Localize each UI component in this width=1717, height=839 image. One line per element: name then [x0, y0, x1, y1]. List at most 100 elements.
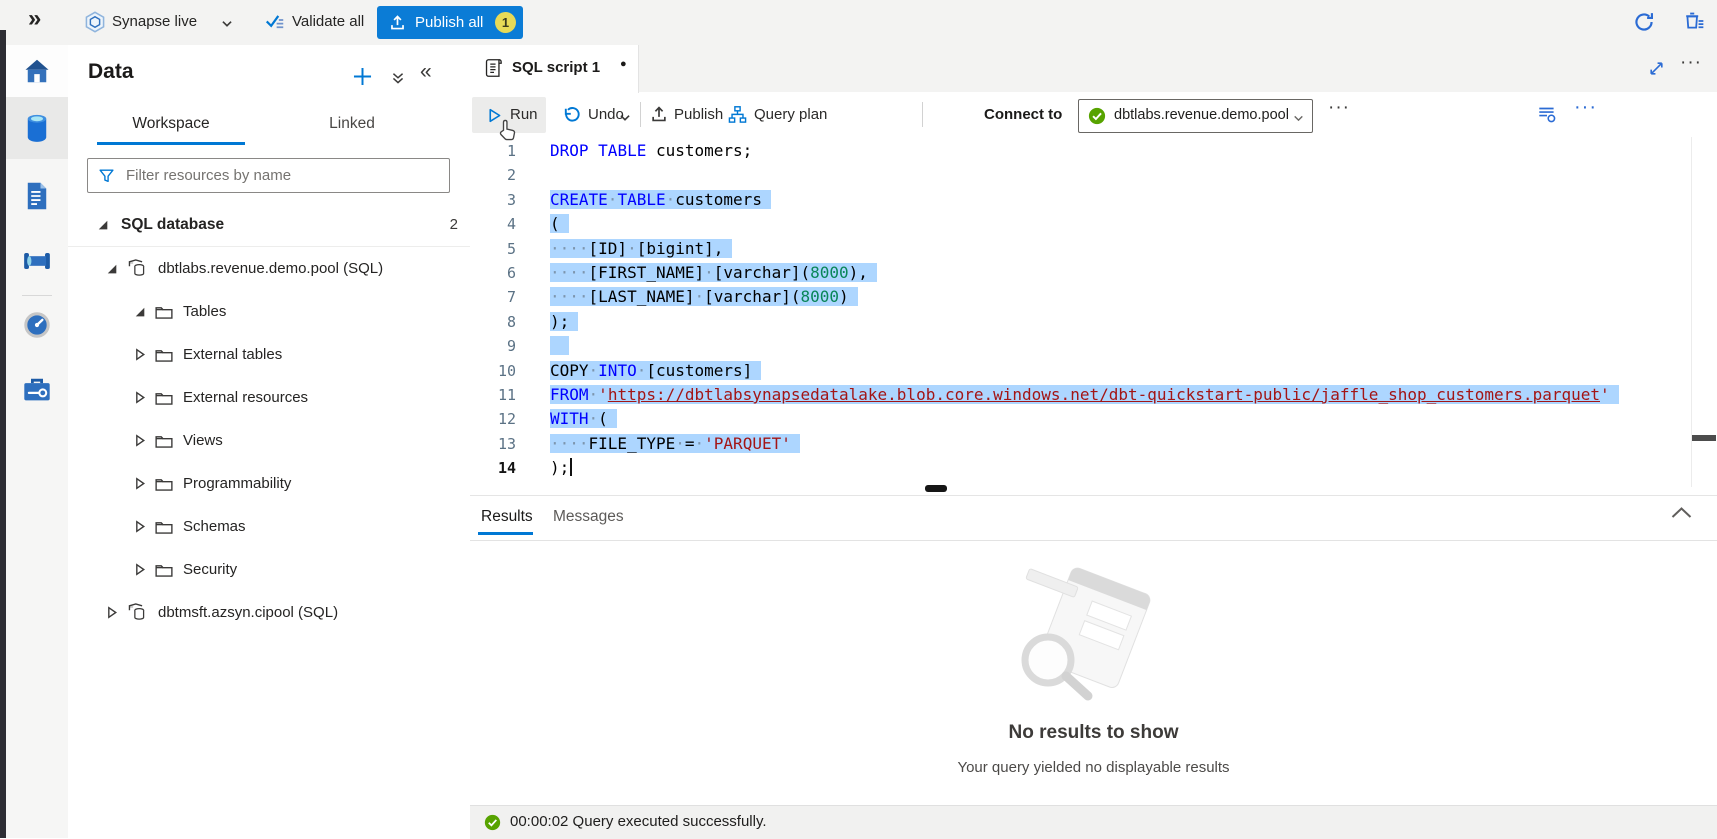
validate-all-button[interactable]: Validate all: [292, 13, 364, 30]
trash-icon[interactable]: [1682, 9, 1706, 33]
add-resource-icon[interactable]: [352, 66, 373, 87]
validate-all-icon: [264, 11, 286, 33]
sidebar-item-develop[interactable]: [6, 167, 68, 225]
chevron-down-icon[interactable]: [220, 17, 234, 31]
sidebar-item-monitor[interactable]: [6, 297, 68, 353]
run-play-icon[interactable]: [486, 107, 503, 124]
filter-box: [87, 158, 450, 193]
tree-item-label: dbtmsft.azsyn.cipool (SQL): [158, 604, 338, 621]
code-line-9[interactable]: 9: [470, 334, 1717, 358]
code-line-11[interactable]: 11FROM·'https://dbtlabsynapsedatalake.bl…: [470, 383, 1717, 407]
collapse-menu-icon[interactable]: »: [28, 5, 39, 33]
query-plan-button[interactable]: Query plan: [754, 106, 827, 123]
code-line-content: ····[FIRST_NAME]·[varchar](8000),: [550, 261, 877, 285]
sidebar-item-home[interactable]: [6, 45, 68, 97]
tree-item-programmability[interactable]: Programmability: [68, 462, 470, 505]
line-number: 7: [470, 285, 516, 309]
scrollbar-thumb[interactable]: [1692, 435, 1716, 441]
tree-item-tables[interactable]: Tables: [68, 290, 470, 333]
selection-highlight: ····[FIRST_NAME]·[varchar](8000),: [550, 263, 877, 282]
resource-tree: SQL database2dbtlabs.revenue.demo.pool (…: [68, 203, 470, 634]
tab-sql-script-1[interactable]: SQL script 1 ●: [470, 45, 639, 93]
publish-icon[interactable]: [650, 105, 668, 123]
code-editor[interactable]: 1DROP TABLE customers;23CREATE·TABLE·cus…: [470, 137, 1717, 489]
tree-item-sql-database[interactable]: SQL database2: [68, 203, 470, 247]
script-toolbar: Run Undo Publish Query plan Connect to: [470, 92, 1717, 138]
selection-highlight: ····[LAST_NAME]·[varchar](8000): [550, 287, 858, 306]
sidebar-item-data[interactable]: [6, 97, 68, 159]
expand-editor-icon[interactable]: [1648, 60, 1665, 77]
tree-item-views[interactable]: Views: [68, 419, 470, 462]
tab-workspace[interactable]: Workspace: [97, 115, 245, 145]
query-status-bar: 00:00:02 Query executed successfully.: [470, 805, 1717, 839]
toolbar-separator: [922, 102, 923, 127]
code-line-13[interactable]: 13····FILE_TYPE·=·'PARQUET': [470, 432, 1717, 456]
unsaved-changes-dot: ●: [620, 58, 627, 70]
sidebar-item-manage[interactable]: [6, 361, 68, 419]
tab-results[interactable]: Results: [481, 508, 533, 526]
tree-item-schemas[interactable]: Schemas: [68, 505, 470, 548]
properties-icon[interactable]: [1536, 103, 1558, 125]
run-button[interactable]: Run: [510, 106, 538, 123]
sidebar-item-integrate[interactable]: [6, 233, 68, 289]
chevron-collapsed-icon[interactable]: [132, 519, 147, 534]
tree-item-label: Programmability: [183, 475, 291, 492]
tree-item-dbtlabs-revenue-demo-pool-sql[interactable]: dbtlabs.revenue.demo.pool (SQL): [68, 247, 470, 290]
code-line-5[interactable]: 5····[ID]·[bigint],: [470, 237, 1717, 261]
undo-dropdown-chevron-icon[interactable]: [618, 111, 632, 125]
tab-bar-more-icon[interactable]: ···: [1680, 52, 1702, 74]
publish-button[interactable]: Publish: [674, 106, 723, 123]
chevron-collapsed-icon[interactable]: [132, 433, 147, 448]
no-results-illustration: [1000, 560, 1186, 718]
filter-resources-input[interactable]: [124, 159, 443, 192]
nav-divider: [22, 295, 52, 296]
chevron-collapsed-icon[interactable]: [132, 476, 147, 491]
chevron-expanded-icon[interactable]: [132, 304, 147, 319]
tab-linked[interactable]: Linked: [278, 115, 426, 145]
database-icon: [23, 113, 51, 143]
code-line-1[interactable]: 1DROP TABLE customers;: [470, 139, 1717, 163]
chevron-collapsed-icon[interactable]: [104, 605, 119, 620]
environment-selector[interactable]: Synapse live: [112, 13, 197, 30]
pool-selector-dropdown[interactable]: dbtlabs.revenue.demo.pool: [1078, 99, 1313, 133]
connect-to-label: Connect to: [984, 106, 1062, 123]
code-line-7[interactable]: 7 ····[LAST_NAME]·[varchar](8000): [470, 285, 1717, 309]
code-line-3[interactable]: 3CREATE·TABLE·customers: [470, 188, 1717, 212]
code-line-10[interactable]: 10COPY·INTO·[customers]: [470, 359, 1717, 383]
tree-item-external-tables[interactable]: External tables: [68, 333, 470, 376]
collapse-results-chevron-icon[interactable]: [1668, 504, 1695, 521]
double-chevron-down-icon[interactable]: [390, 70, 406, 86]
publish-all-button[interactable]: Publish all 1: [377, 6, 523, 39]
tree-item-label: Views: [183, 432, 223, 449]
editor-more-icon[interactable]: ···: [1574, 96, 1597, 119]
code-line-4[interactable]: 4(: [470, 212, 1717, 236]
code-line-6[interactable]: 6····[FIRST_NAME]·[varchar](8000),: [470, 261, 1717, 285]
panel-splitter-handle[interactable]: [925, 485, 947, 492]
tree-item-external-resources[interactable]: External resources: [68, 376, 470, 419]
tab-messages[interactable]: Messages: [553, 508, 624, 526]
tree-item-label: Tables: [183, 303, 226, 320]
chevron-collapsed-icon[interactable]: [132, 390, 147, 405]
line-number: 12: [470, 407, 516, 431]
status-message: 00:00:02 Query executed successfully.: [510, 813, 767, 830]
chevron-collapsed-icon[interactable]: [132, 562, 147, 577]
code-line-2[interactable]: 2: [470, 163, 1717, 187]
refresh-icon[interactable]: [1632, 10, 1656, 34]
data-explorer-panel: Data « Workspace Linked SQL database2dbt…: [68, 45, 471, 838]
chevron-expanded-icon[interactable]: [95, 217, 110, 232]
chevron-expanded-icon[interactable]: [104, 261, 119, 276]
tree-item-label: Schemas: [183, 518, 246, 535]
code-line-14[interactable]: 14);: [470, 456, 1717, 480]
undo-icon[interactable]: [562, 105, 581, 124]
code-line-8[interactable]: 8);: [470, 310, 1717, 334]
chevron-collapsed-icon[interactable]: [132, 347, 147, 362]
line-number: 8: [470, 310, 516, 334]
collapse-panel-icon[interactable]: «: [420, 60, 432, 84]
toolbar-separator: [640, 102, 641, 127]
toolbar-more-icon[interactable]: ···: [1328, 97, 1350, 119]
tree-item-dbtmsft-azsyn-cipool-sql[interactable]: dbtmsft.azsyn.cipool (SQL): [68, 591, 470, 634]
query-plan-icon[interactable]: [728, 105, 747, 124]
tree-item-security[interactable]: Security: [68, 548, 470, 591]
selection-highlight: CREATE·TABLE·customers: [550, 190, 771, 209]
code-line-12[interactable]: 12WITH·(: [470, 407, 1717, 431]
